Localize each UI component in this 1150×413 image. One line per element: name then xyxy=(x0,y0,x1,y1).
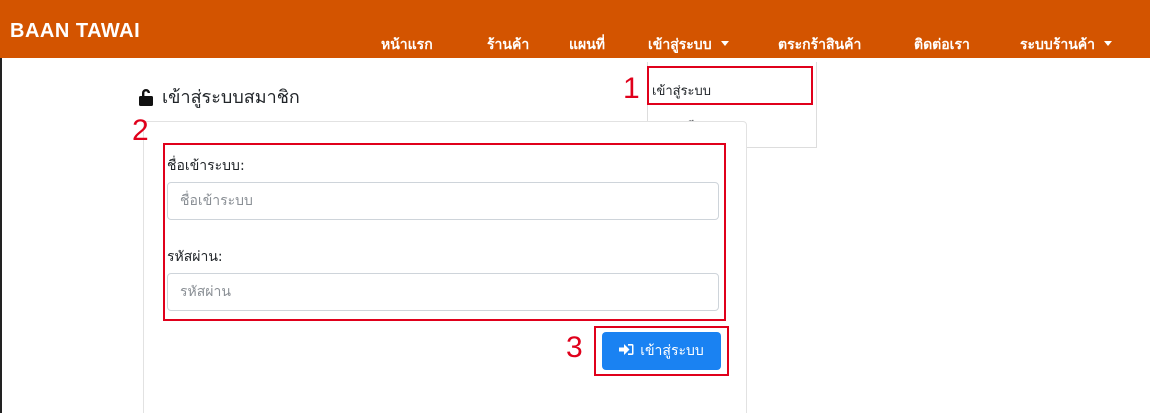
nav-shop[interactable]: ร้านค้า xyxy=(487,34,529,56)
nav-home[interactable]: หน้าแรก xyxy=(381,34,433,56)
page-title-text: เข้าสู่ระบบสมาชิก xyxy=(162,87,300,108)
caret-down-icon xyxy=(1104,41,1112,46)
annotation-box-1 xyxy=(647,66,813,105)
step-number-3: 3 xyxy=(566,331,583,364)
nav-contact[interactable]: ติดต่อเรา xyxy=(914,34,970,56)
unlock-icon xyxy=(138,88,154,111)
annotation-box-2 xyxy=(163,143,726,321)
navbar: BAAN TAWAI หน้าแรก ร้านค้า แผนที่ เข้าสู… xyxy=(0,0,1150,58)
nav-login-label: เข้าสู่ระบบ xyxy=(648,37,712,53)
annotation-box-3 xyxy=(594,326,729,376)
nav-cart[interactable]: ตระกร้าสินค้า xyxy=(778,34,861,56)
nav-store-system-label: ระบบร้านค้า xyxy=(1020,37,1095,53)
caret-down-icon xyxy=(720,41,729,46)
nav-map[interactable]: แผนที่ xyxy=(569,34,605,56)
nav-store-system-dropdown[interactable]: ระบบร้านค้า xyxy=(1020,34,1112,56)
nav-login-dropdown[interactable]: เข้าสู่ระบบ xyxy=(648,34,729,56)
brand-logo[interactable]: BAAN TAWAI xyxy=(10,20,140,43)
step-number-1: 1 xyxy=(623,72,640,105)
step-number-2: 2 xyxy=(132,114,149,147)
page-title: เข้าสู่ระบบสมาชิก xyxy=(138,82,300,111)
